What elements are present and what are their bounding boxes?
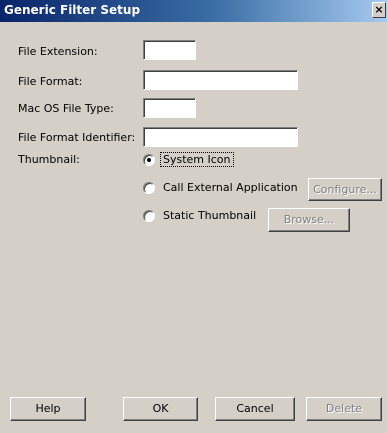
radio-label: Call External Application: [163, 181, 298, 194]
radio-call-external-application[interactable]: Call External Application: [143, 181, 303, 197]
file-format-input[interactable]: [143, 70, 298, 90]
file-format-identifier-label: File Format Identifier:: [18, 131, 136, 144]
help-button[interactable]: Help: [10, 397, 86, 421]
file-extension-input[interactable]: [143, 40, 196, 60]
radio-label: System Icon: [160, 152, 234, 167]
configure-button[interactable]: Configure...: [308, 178, 382, 201]
window-title: Generic Filter Setup: [4, 3, 141, 17]
radio-system-icon[interactable]: System Icon: [143, 152, 283, 169]
file-format-identifier-input[interactable]: [143, 127, 298, 147]
thumbnail-label: Thumbnail:: [18, 153, 80, 166]
file-format-label: File Format:: [18, 75, 83, 88]
radio-static-thumbnail[interactable]: Static Thumbnail: [143, 209, 263, 225]
radio-button[interactable]: [143, 182, 155, 194]
file-extension-label: File Extension:: [18, 45, 98, 58]
close-icon: ×: [374, 3, 384, 16]
delete-button[interactable]: Delete: [306, 397, 382, 421]
radio-button[interactable]: [143, 154, 155, 166]
browse-button[interactable]: Browse...: [268, 208, 350, 232]
title-bar[interactable]: Generic Filter Setup ×: [0, 0, 387, 22]
radio-label: Static Thumbnail: [163, 209, 257, 222]
mac-os-file-type-input[interactable]: [143, 98, 196, 118]
close-button[interactable]: ×: [372, 2, 386, 18]
radio-button[interactable]: [143, 210, 155, 222]
mac-os-file-type-label: Mac OS File Type:: [18, 102, 114, 115]
cancel-button[interactable]: Cancel: [215, 397, 295, 421]
radio-selected-dot: [147, 158, 151, 162]
generic-filter-setup-dialog: Generic Filter Setup × File Extension: F…: [0, 0, 387, 433]
ok-button[interactable]: OK: [123, 397, 198, 421]
